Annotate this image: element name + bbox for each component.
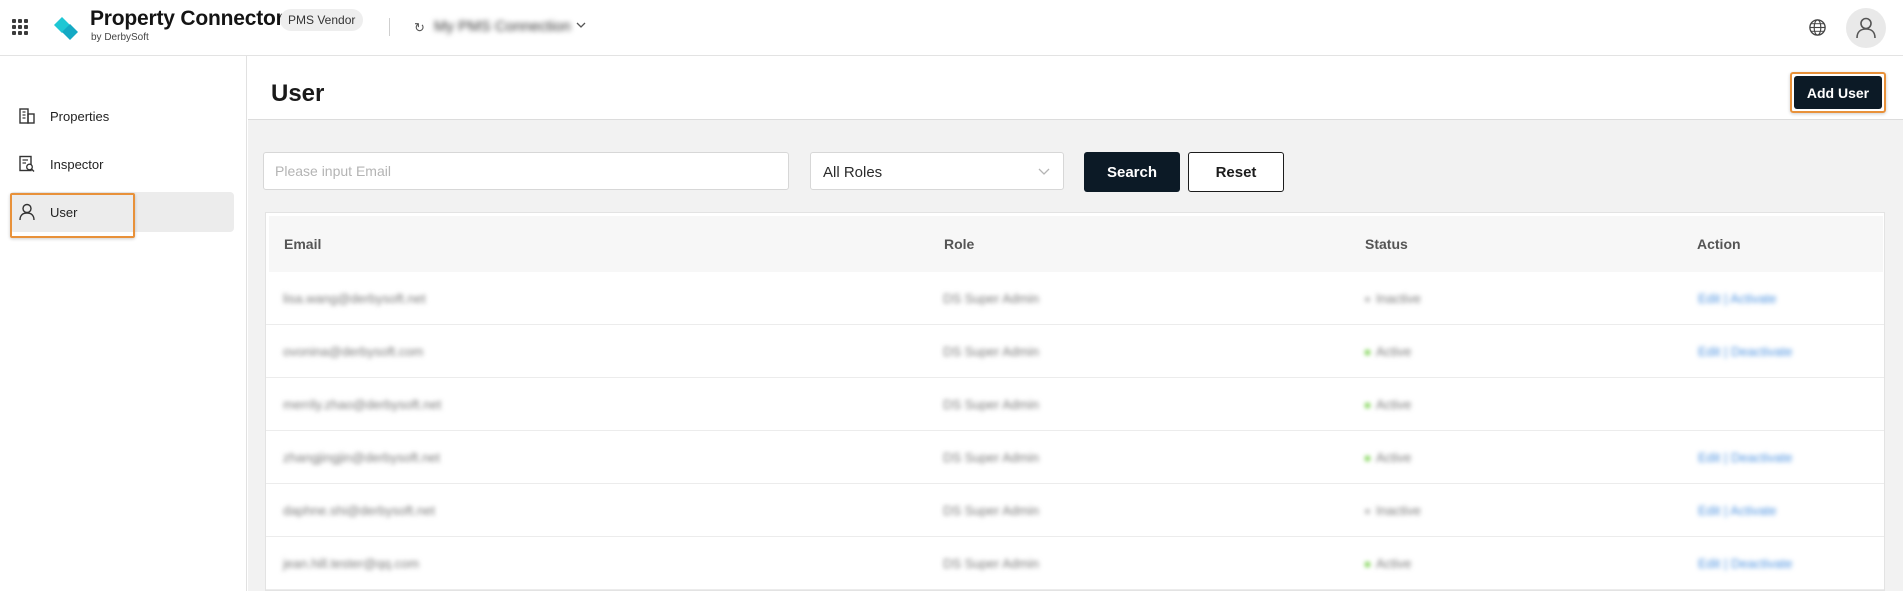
roles-select-value: All Roles [823, 164, 883, 181]
title-bar: User Add User [248, 56, 1903, 120]
cell-action-link[interactable]: Edit | Deactivate [1698, 344, 1792, 359]
building-icon [19, 108, 35, 124]
sidebar: Properties Inspector User [0, 56, 247, 591]
status-dot [1365, 509, 1370, 515]
property-connector-logo [54, 17, 78, 40]
sidebar-item-label: Inspector [50, 157, 104, 172]
sidebar-item-inspector[interactable]: Inspector [10, 144, 234, 184]
cell-email: lisa.wang@derbysoft.net [283, 291, 426, 306]
top-header: Property Connector by DerbySoft PMS Vend… [0, 0, 1903, 56]
roles-select[interactable]: All Roles [810, 152, 1064, 190]
inspector-icon [19, 155, 35, 172]
user-avatar-icon [1856, 17, 1876, 39]
users-table: Email Role Status Action lisa.wang@derby… [265, 212, 1885, 591]
chevron-down-icon[interactable] [576, 20, 586, 30]
globe-icon[interactable] [1808, 18, 1827, 37]
avatar[interactable] [1846, 8, 1886, 48]
column-header-status: Status [1365, 236, 1408, 252]
add-user-highlight: Add User [1790, 72, 1886, 113]
app-subtitle: by DerbySoft [91, 32, 149, 43]
main-content: User Add User All Roles Search Reset Ema… [248, 56, 1903, 591]
table-row: daphne.shi@derbysoft.net DS Super Admin … [266, 484, 1884, 537]
column-header-action: Action [1697, 236, 1741, 252]
status-text: Inactive [1376, 291, 1421, 306]
vendor-badge: PMS Vendor [280, 9, 364, 31]
cell-status: Inactive [1365, 503, 1421, 518]
cell-email: ovonina@derbysoft.com [283, 344, 424, 359]
cell-role: DS Super Admin [943, 397, 1040, 412]
add-user-button[interactable]: Add User [1794, 76, 1882, 109]
status-text: Active [1376, 556, 1412, 571]
user-nav-highlight [10, 193, 135, 238]
cell-status: Active [1365, 450, 1411, 465]
sidebar-item-properties[interactable]: Properties [10, 96, 234, 136]
cell-status: Active [1365, 397, 1411, 412]
cell-role: DS Super Admin [943, 556, 1040, 571]
status-text: Active [1376, 450, 1412, 465]
table-row: merrily.zhao@derbysoft.net DS Super Admi… [266, 378, 1884, 431]
cell-email: merrily.zhao@derbysoft.net [283, 397, 442, 412]
search-button[interactable]: Search [1084, 152, 1180, 192]
cell-action-link[interactable]: Edit | Deactivate [1698, 556, 1792, 571]
cell-role: DS Super Admin [943, 450, 1040, 465]
cell-action-link[interactable]: Edit | Deactivate [1698, 450, 1792, 465]
connection-selector[interactable]: My PMS Connection [434, 18, 571, 35]
table-row: lisa.wang@derbysoft.net DS Super Admin I… [266, 272, 1884, 325]
status-text: Active [1376, 344, 1412, 359]
app-grid-icon[interactable] [12, 19, 28, 35]
status-text: Active [1376, 397, 1412, 412]
status-dot [1365, 562, 1370, 568]
table-row: ovonina@derbysoft.com DS Super Admin Act… [266, 325, 1884, 378]
header-divider [389, 18, 390, 36]
cell-status: Inactive [1365, 291, 1421, 306]
cell-role: DS Super Admin [943, 344, 1040, 359]
status-dot [1365, 403, 1370, 409]
chevron-down-icon [1038, 168, 1050, 175]
cell-email: daphne.shi@derbysoft.net [283, 503, 435, 518]
reset-button[interactable]: Reset [1188, 152, 1284, 192]
cell-action-link[interactable]: Edit | Activate [1698, 291, 1777, 306]
status-dot [1365, 350, 1370, 356]
cell-action-link[interactable]: Edit | Activate [1698, 503, 1777, 518]
app-title: Property Connector [90, 7, 284, 30]
status-text: Inactive [1376, 503, 1421, 518]
sidebar-item-label: Properties [50, 109, 110, 124]
cell-role: DS Super Admin [943, 503, 1040, 518]
table-row: jean.hill.tester@qq.com DS Super Admin A… [266, 537, 1884, 590]
column-header-role: Role [944, 236, 975, 252]
cell-status: Active [1365, 344, 1411, 359]
connection-icon: ↻ [414, 20, 425, 35]
cell-email: zhangjingjin@derbysoft.net [283, 450, 441, 465]
column-header-email: Email [284, 236, 322, 252]
email-search-input[interactable] [263, 152, 789, 190]
cell-status: Active [1365, 556, 1411, 571]
status-dot [1365, 297, 1370, 303]
status-dot [1365, 456, 1370, 462]
cell-email: jean.hill.tester@qq.com [283, 556, 420, 571]
cell-role: DS Super Admin [943, 291, 1040, 306]
page-title: User [271, 80, 325, 107]
table-header: Email Role Status Action [269, 216, 1883, 272]
table-row: zhangjingjin@derbysoft.net DS Super Admi… [266, 431, 1884, 484]
